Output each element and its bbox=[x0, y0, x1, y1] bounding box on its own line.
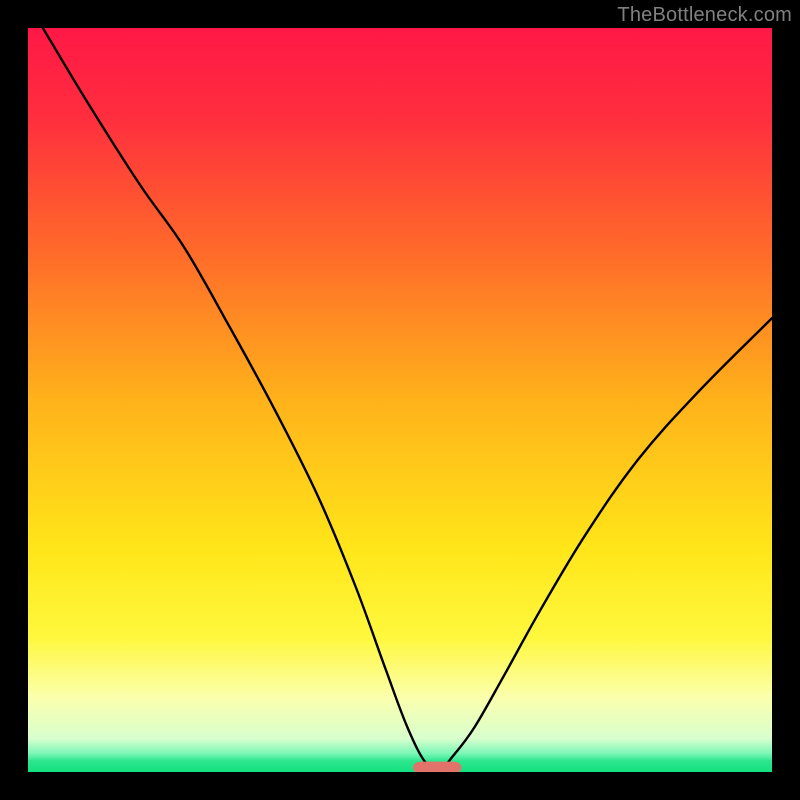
watermark: TheBottleneck.com bbox=[617, 4, 792, 27]
bottleneck-chart bbox=[28, 28, 772, 772]
optimal-marker bbox=[413, 762, 461, 772]
chart-frame bbox=[28, 28, 772, 772]
gradient-background bbox=[28, 28, 772, 772]
